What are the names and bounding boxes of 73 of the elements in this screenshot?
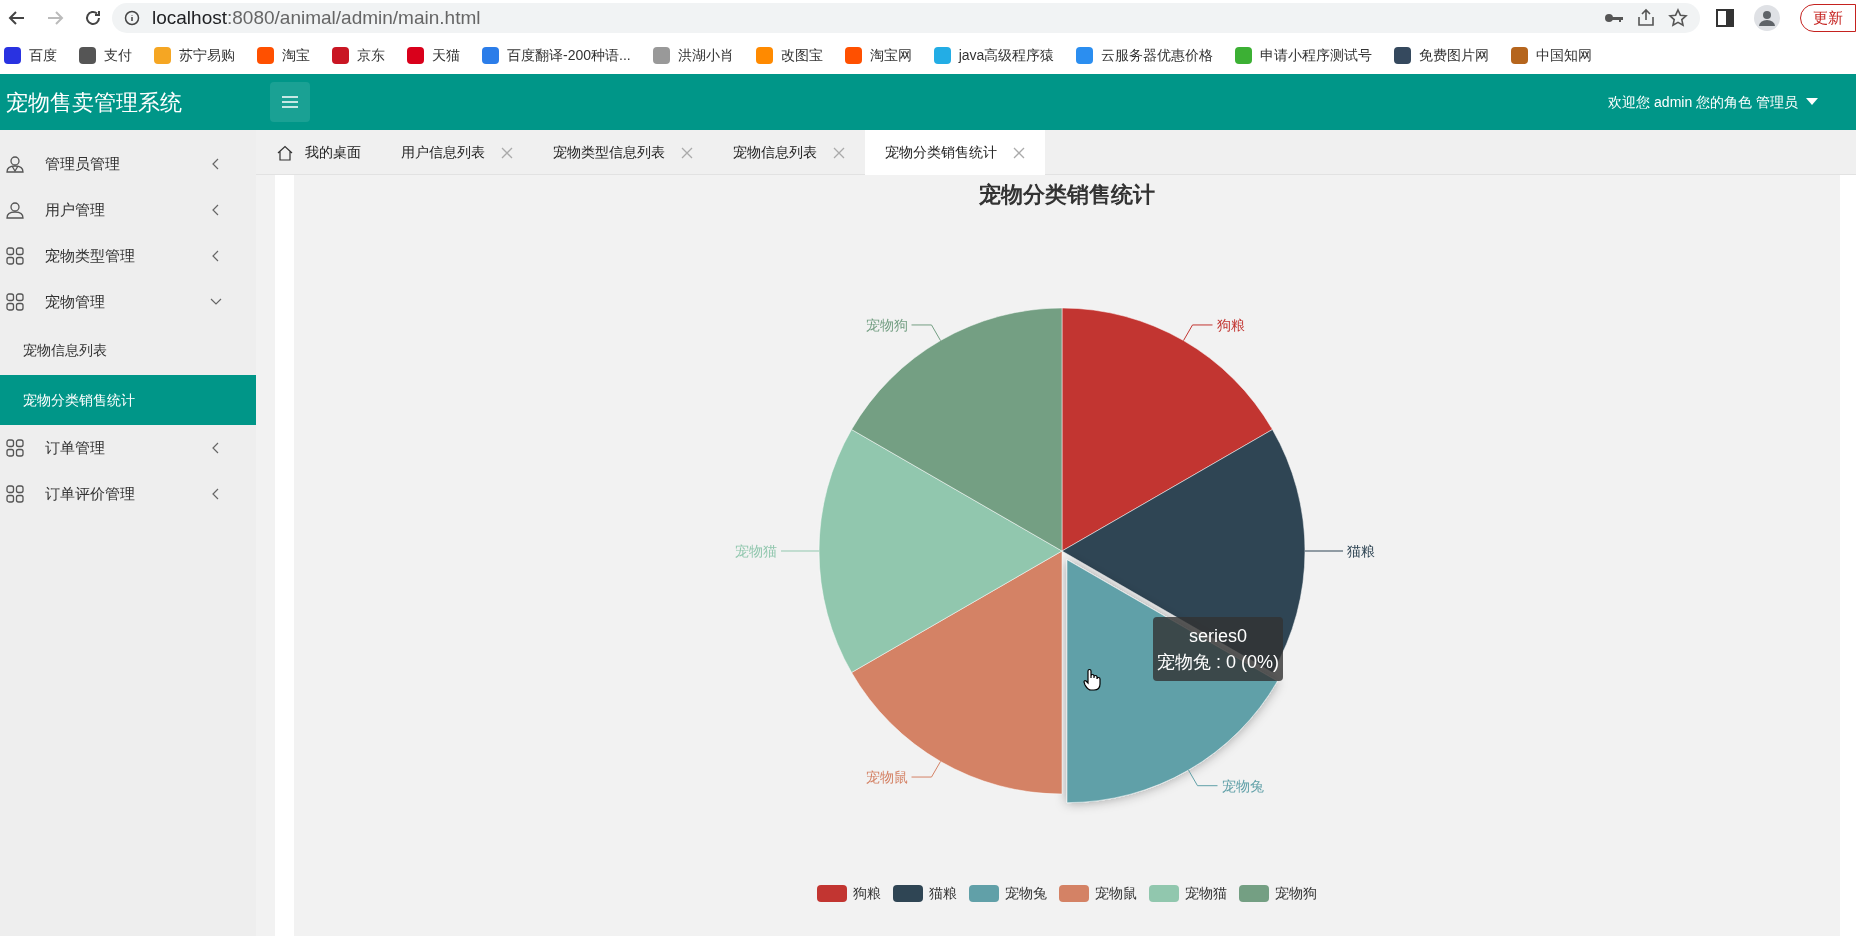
legend-item[interactable]: 猫粮 xyxy=(893,883,957,904)
sidebar-menu-item[interactable]: 管理员管理 xyxy=(0,141,256,187)
bookmark-link[interactable]: 洪湖小肖 xyxy=(652,44,734,66)
slice-label: 狗粮 xyxy=(1216,316,1245,333)
share-icon[interactable] xyxy=(1636,8,1656,28)
reload-icon[interactable] xyxy=(84,9,102,27)
slice-label: 宠物狗 xyxy=(865,316,908,333)
bookmark-link[interactable]: 改图宝 xyxy=(755,44,823,66)
person-icon xyxy=(6,155,24,173)
grid-icon xyxy=(6,485,24,503)
sidebar-menu-item[interactable]: 订单管理 xyxy=(0,425,256,471)
page-tab[interactable]: 宠物类型信息列表 xyxy=(533,130,713,175)
bookmark-link[interactable]: 百度翻译-200种语... xyxy=(482,44,631,66)
sidebar-menu-item[interactable]: 宠物管理 xyxy=(0,279,256,325)
legend-item[interactable]: 狗粮 xyxy=(817,883,881,904)
tooltip-title: series0 xyxy=(1189,625,1247,648)
page-tab[interactable]: 我的桌面 xyxy=(275,130,381,175)
grid-icon xyxy=(6,247,24,265)
sidebar-menu-item[interactable]: 用户管理 xyxy=(0,187,256,233)
person-icon xyxy=(6,201,24,219)
app-title: 宠物售卖管理系统 xyxy=(5,88,183,117)
sidebar-menu-item[interactable]: 宠物类型管理 xyxy=(0,233,256,279)
legend-item[interactable]: 宠物猫 xyxy=(1149,883,1227,904)
home-icon xyxy=(277,144,293,161)
pie-slice[interactable] xyxy=(1061,307,1273,552)
bookmark-link[interactable]: 淘宝网 xyxy=(844,44,912,66)
sidebar-submenu-item[interactable]: 宠物信息列表 xyxy=(0,325,256,375)
back-icon[interactable] xyxy=(8,9,26,27)
slice-label: 宠物鼠 xyxy=(865,769,908,786)
leader-line xyxy=(911,760,941,778)
leader-line xyxy=(1304,550,1344,552)
bookmark-link[interactable]: 免费图片网 xyxy=(1394,44,1490,66)
legend-item[interactable]: 宠物兔 xyxy=(969,883,1047,904)
legend-item[interactable]: 宠物狗 xyxy=(1239,883,1317,904)
bookmark-link[interactable]: 淘宝 xyxy=(257,44,310,66)
address-bar[interactable]: localhost:8080/animal/admin/main.html xyxy=(112,3,1700,33)
info-icon xyxy=(124,10,140,26)
grid-icon xyxy=(6,439,24,457)
leader-line xyxy=(1183,324,1213,342)
bookmark-link[interactable]: 天猫 xyxy=(407,44,460,66)
bookmark-link[interactable]: 苏宁易购 xyxy=(154,44,235,66)
bookmark-link[interactable]: java高级程序猿 xyxy=(933,44,1055,66)
bookmark-link[interactable]: 京东 xyxy=(332,44,385,66)
chart-title: 宠物分类销售统计 xyxy=(979,181,1155,209)
leader-line xyxy=(780,550,820,552)
menu-icon xyxy=(282,96,298,108)
leader-line xyxy=(1188,769,1218,787)
star-icon[interactable] xyxy=(1668,8,1688,28)
key-icon[interactable] xyxy=(1604,11,1624,25)
url-text: localhost:8080/animal/admin/main.html xyxy=(152,5,481,30)
tooltip-text: 宠物兔 : 0 (0%) xyxy=(1157,651,1279,674)
slice-label: 宠物猫 xyxy=(735,543,777,559)
bookmark-link[interactable]: 申请小程序测试号 xyxy=(1235,44,1373,66)
slice-label: 宠物兔 xyxy=(1221,777,1264,794)
sidebar-submenu-item[interactable]: 宠物分类销售统计 xyxy=(0,375,256,425)
sidebar-icon[interactable] xyxy=(1716,9,1734,27)
bookmark-link[interactable]: 百度 xyxy=(4,44,57,66)
leader-line xyxy=(911,324,941,342)
slice-label: 猫粮 xyxy=(1347,543,1375,559)
menu-toggle-button[interactable] xyxy=(270,82,310,122)
user-info[interactable]: 欢迎您 admin 您的角色 管理员 xyxy=(1608,91,1798,113)
legend-item[interactable]: 宠物鼠 xyxy=(1059,883,1137,904)
caret-icon[interactable] xyxy=(1806,98,1818,106)
page-tab[interactable]: 宠物分类销售统计 xyxy=(865,130,1045,175)
page-tab[interactable]: 用户信息列表 xyxy=(381,130,533,175)
bookmark-link[interactable]: 中国知网 xyxy=(1511,44,1593,66)
grid-icon xyxy=(6,293,24,311)
page-tab[interactable]: 宠物信息列表 xyxy=(713,130,865,175)
bookmark-link[interactable]: 云服务器优惠价格 xyxy=(1076,44,1214,66)
hand-cursor-icon xyxy=(1083,668,1101,692)
sidebar-menu-item[interactable]: 订单评价管理 xyxy=(0,471,256,517)
bookmark-link[interactable]: 支付 xyxy=(79,44,132,66)
profile-icon[interactable] xyxy=(1754,5,1780,31)
